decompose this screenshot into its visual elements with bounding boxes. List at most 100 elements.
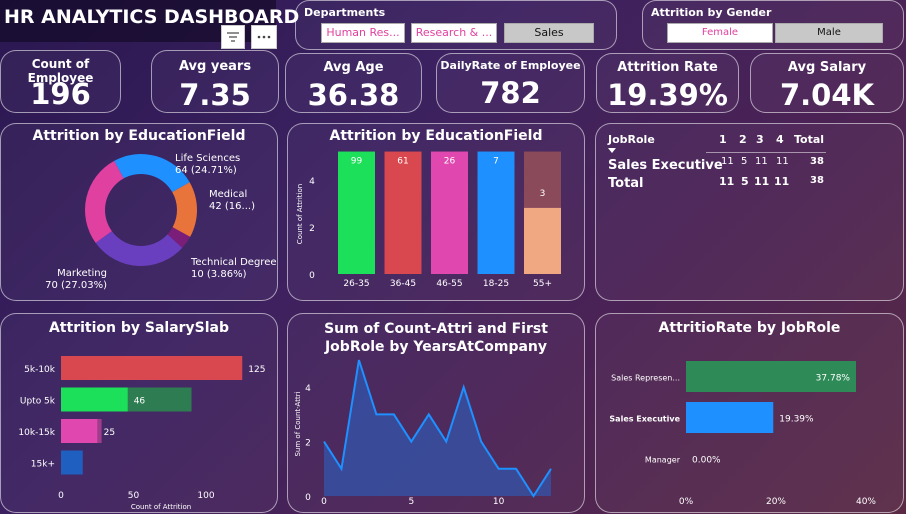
y-tick-label: Upto 5k xyxy=(20,397,56,407)
y-tick-label: 0 xyxy=(309,271,315,281)
bar-value-label: 3 xyxy=(540,189,546,199)
y-tick-label: Manager xyxy=(645,456,681,465)
x-tick-label: 18-25 xyxy=(483,279,509,289)
jobrole-rate-chart: Sales Represen... 37.78% Sales Executive 19… xyxy=(609,361,876,507)
departments-label: Departments xyxy=(304,6,386,19)
donut-slice xyxy=(172,182,197,237)
y-tick-label: 4 xyxy=(309,177,315,187)
y-tick-label: 5k-10k xyxy=(24,365,56,375)
bar xyxy=(431,151,468,274)
matrix-header-2: 2 xyxy=(739,133,747,146)
donut-slice xyxy=(84,160,124,243)
bar-value-label: 125 xyxy=(248,365,265,375)
matrix-header-total: Total xyxy=(794,133,825,146)
x-tick-label: 100 xyxy=(197,491,214,501)
x-tick-label: 20% xyxy=(766,497,786,507)
kpi-avg-age: Avg Age 36.38 xyxy=(285,53,422,113)
donut-label: Marketing xyxy=(57,268,107,279)
y-tick-label: Sales Executive xyxy=(609,415,680,424)
x-tick-label: 50 xyxy=(128,491,140,501)
bar xyxy=(686,402,774,433)
matrix-cell: 11 xyxy=(774,175,790,188)
salary-slab-card: Attrition by SalarySlab 5k-10k 125 Upto 5k… xyxy=(0,313,278,513)
matrix-row-label: Total xyxy=(608,176,644,191)
donut-label: Life Sciences xyxy=(175,153,240,164)
x-tick-label: 26-35 xyxy=(343,279,369,289)
x-tick-label: 5 xyxy=(408,497,414,507)
donut-value-label: 64 (24.71%) xyxy=(175,165,237,176)
x-tick-label: 40% xyxy=(856,497,876,507)
x-tick-label: 46-55 xyxy=(436,279,462,289)
department-human-resources[interactable]: Human Res... xyxy=(321,23,405,43)
kpi-avg-salary: Avg Salary 7.04K xyxy=(750,53,904,113)
matrix-cell: 11 xyxy=(719,175,735,188)
kpi-value: 7.04K xyxy=(779,78,875,112)
bar xyxy=(61,419,98,443)
matrix-row-label[interactable]: Sales Executive xyxy=(608,158,723,173)
x-tick-label: 55+ xyxy=(533,279,552,289)
kpi-value: 36.38 xyxy=(307,78,400,112)
y-axis-label: Count of Attrition xyxy=(296,184,304,244)
donut-label: Medical xyxy=(209,189,247,200)
y-axis-label: Sum of Count-Attri xyxy=(294,391,302,456)
donut-value-label: 10 (3.86%) xyxy=(191,269,247,280)
kpi-value: 19.39% xyxy=(607,78,728,112)
kpi-value: 782 xyxy=(480,76,541,110)
bar-value-label: 99 xyxy=(351,157,363,167)
bar-value-label: 19.39% xyxy=(779,415,814,425)
matrix-rule xyxy=(706,152,826,153)
kpi-label: Avg Salary xyxy=(787,60,867,75)
matrix-cell: 11 xyxy=(776,156,789,167)
bar-value-label: 61 xyxy=(397,157,408,167)
donut-value-label: 42 (16...) xyxy=(209,201,255,212)
gender-slicer: Attrition by Gender Female Male xyxy=(642,0,904,50)
gender-female[interactable]: Female xyxy=(667,23,773,43)
kpi-label: Avg Age xyxy=(323,60,384,75)
donut-value-label: 70 (27.03%) xyxy=(45,280,107,291)
more-options-button[interactable] xyxy=(251,25,277,49)
filter-icon xyxy=(227,32,239,42)
bar xyxy=(384,151,422,274)
bar-top-segment xyxy=(524,151,561,208)
matrix-cell: 38 xyxy=(810,175,824,186)
bar-value-label: 25 xyxy=(104,428,115,438)
donut-card: Attrition by EducationField Life Science… xyxy=(0,123,278,301)
age-bar-card: Attrition by EducationField 0 2 4 Count of … xyxy=(287,123,585,301)
kpi-daily-rate: DailyRate of Employee 782 xyxy=(436,53,585,113)
matrix-cell: 5 xyxy=(741,156,748,167)
x-axis-label: Count of Attrition xyxy=(131,503,191,511)
x-tick-label: 36-45 xyxy=(390,279,416,289)
kpi-attrition-rate: Attrition Rate 19.39% xyxy=(596,53,739,113)
bar xyxy=(61,387,128,412)
kpi-count-employee: Count of Employee 196 xyxy=(0,50,121,113)
sort-down-icon[interactable] xyxy=(608,148,618,156)
x-tick-label: 0 xyxy=(321,497,327,507)
donut-slice xyxy=(95,231,183,266)
kpi-label: Avg years xyxy=(178,59,252,74)
x-tick-label: 10 xyxy=(493,497,505,507)
x-tick-label: 0% xyxy=(679,497,694,507)
bar xyxy=(61,450,83,475)
kpi-label: DailyRate of Employee xyxy=(440,59,581,72)
department-sales[interactable]: Sales xyxy=(504,23,594,43)
gender-male[interactable]: Male xyxy=(775,23,883,43)
x-tick-label: 0 xyxy=(58,491,64,501)
department-research[interactable]: Research & ... xyxy=(411,23,497,43)
matrix-header-3: 3 xyxy=(756,133,764,146)
bar xyxy=(524,207,561,274)
jobrole-matrix-card: JobRole 1 2 3 4 Total Sales Executive 11… xyxy=(595,123,904,301)
departments-slicer: Departments Human Res... Research & ... … xyxy=(295,0,617,50)
y-tick-label: Sales Represen... xyxy=(611,374,680,383)
years-area-card: Sum of Count-Attri and First JobRole by … xyxy=(287,313,585,513)
matrix-cell: 11 xyxy=(755,156,768,167)
bar-value-label: 37.78% xyxy=(816,374,851,384)
age-bar-chart: 0 2 4 Count of Attrition 99 26-35 61 36-45 26 46-… xyxy=(296,151,561,289)
salary-slab-chart: 5k-10k 125 Upto 5k 46 10k-15k 25 15k+ 0 50 100 Cou… xyxy=(18,356,265,511)
bar-value-label: 46 xyxy=(134,397,146,407)
bar xyxy=(338,151,375,274)
filter-button[interactable] xyxy=(221,25,245,49)
more-options-icon xyxy=(257,35,271,39)
kpi-label: Attrition Rate xyxy=(617,60,718,75)
kpi-value: 7.35 xyxy=(179,78,251,112)
matrix-cell: 11 xyxy=(754,175,770,188)
